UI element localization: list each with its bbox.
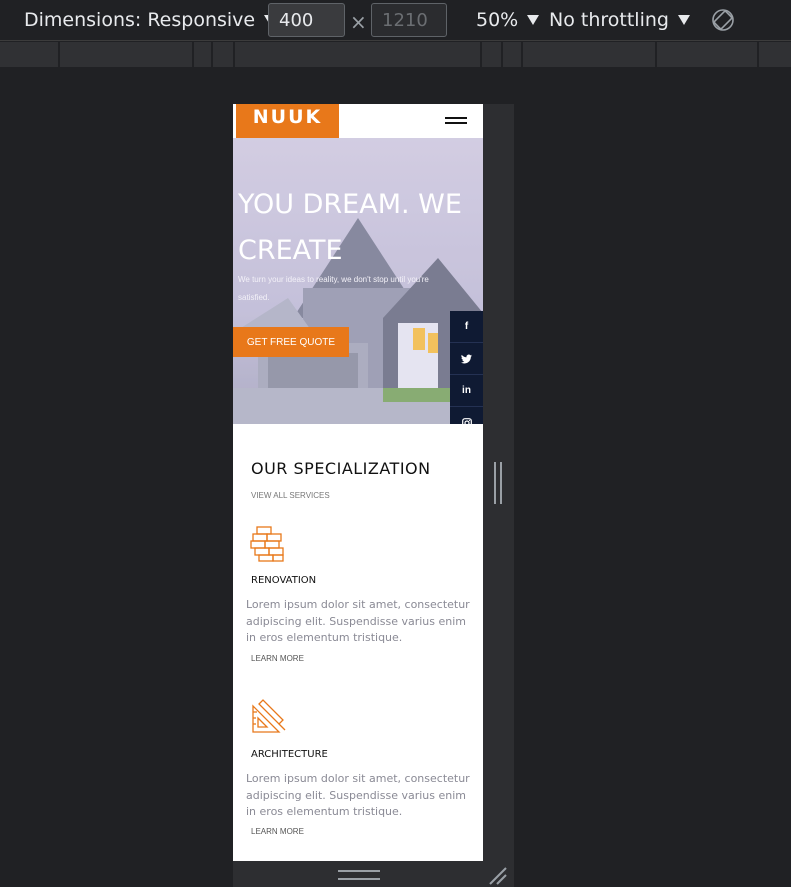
hamburger-menu-icon[interactable]	[445, 117, 467, 126]
ruler-pencil-icon	[252, 699, 286, 733]
ruler-segment	[501, 42, 503, 68]
throttle-label: No throttling	[549, 9, 669, 31]
learn-more-link[interactable]: LEARN MORE	[251, 827, 304, 836]
ruler-segment	[480, 42, 482, 68]
device-toolbar: Dimensions: Responsive 400 × 1210 50% No…	[0, 0, 791, 41]
ruler-segment	[192, 42, 194, 68]
hero-subtitle: We turn your ideas to reality, we don't …	[238, 275, 429, 302]
twitter-icon[interactable]	[450, 343, 483, 375]
height-input[interactable]: 1210	[371, 3, 447, 37]
rotate-icon[interactable]	[711, 8, 735, 32]
hero-section: YOU DREAM. WE CREATE We turn your ideas …	[233, 138, 483, 424]
service-title: ARCHITECTURE	[251, 749, 328, 760]
facebook-icon[interactable]: f	[450, 311, 483, 343]
times-separator: ×	[350, 10, 367, 34]
service-description: Lorem ipsum dolor sit amet, consectetur …	[246, 772, 470, 818]
view-all-services-link[interactable]: VIEW ALL SERVICES	[251, 491, 330, 500]
media-query-bar[interactable]	[0, 42, 791, 68]
ruler-segment	[211, 42, 213, 68]
service-description: Lorem ipsum dolor sit amet, consectetur …	[246, 598, 470, 644]
chevron-down-icon	[527, 15, 540, 25]
width-input[interactable]: 400	[268, 3, 345, 37]
site-logo[interactable]: NUUK	[236, 104, 339, 138]
ruler-segment	[233, 42, 235, 68]
dimensions-dropdown[interactable]: Dimensions: Responsive	[24, 9, 277, 31]
get-free-quote-button[interactable]: GET FREE QUOTE	[233, 327, 349, 357]
section-title: OUR SPECIALIZATION	[251, 459, 431, 478]
ruler-segment	[655, 42, 657, 68]
hero-title: YOU DREAM. WE CREATE	[238, 189, 462, 266]
corner-resize-icon[interactable]	[488, 866, 508, 886]
right-resize-handle[interactable]	[494, 462, 502, 504]
bottom-resize-handle[interactable]	[338, 870, 380, 880]
zoom-dropdown[interactable]: 50%	[476, 9, 540, 31]
ruler-segment	[58, 42, 60, 68]
device-viewport: NUUK YOU DREAM. WE CREATE We turn your i…	[233, 104, 483, 861]
ruler-segment	[521, 42, 523, 68]
bricks-icon	[250, 526, 284, 562]
ruler-segment	[757, 42, 759, 68]
zoom-label: 50%	[476, 9, 519, 31]
service-title: RENOVATION	[251, 575, 317, 586]
instagram-icon[interactable]	[450, 407, 483, 424]
learn-more-link[interactable]: LEARN MORE	[251, 654, 304, 663]
throttle-dropdown[interactable]: No throttling	[549, 9, 690, 31]
linkedin-icon[interactable]: in	[450, 375, 483, 407]
social-sidebar: f in	[450, 311, 483, 424]
dimensions-label: Dimensions: Responsive	[24, 9, 256, 31]
chevron-down-icon	[677, 15, 690, 25]
